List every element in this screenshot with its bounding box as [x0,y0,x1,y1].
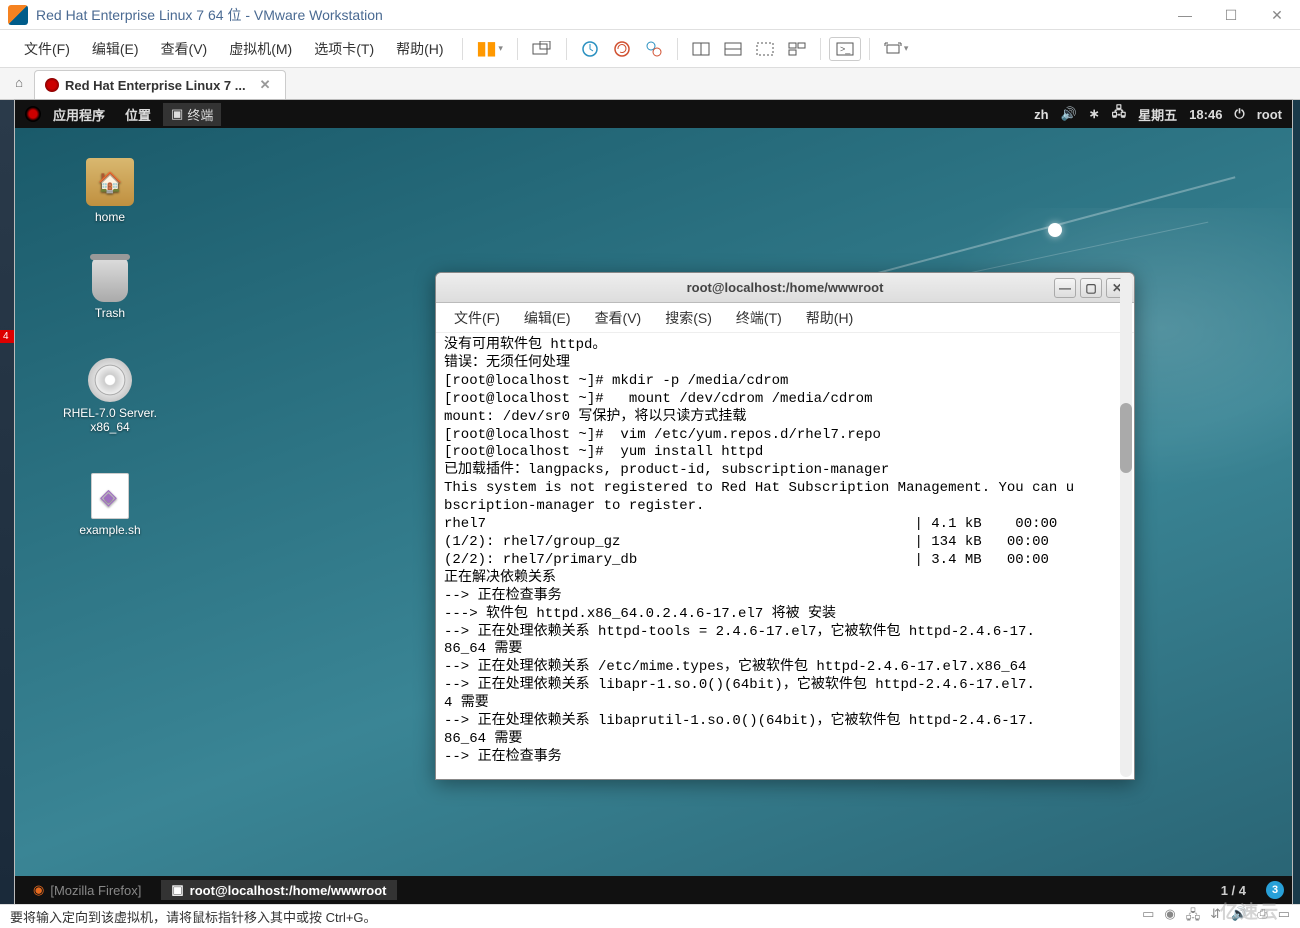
term-menu-terminal[interactable]: 终端(T) [726,304,792,332]
console-button[interactable]: >_ [829,37,861,61]
device-hdd-icon[interactable]: ▭ [1142,906,1154,928]
menu-help[interactable]: 帮助(H) [386,33,453,65]
icon-label: Trash [65,306,155,320]
pause-vm-button[interactable]: ▮▮▾ [471,34,509,63]
clock-time[interactable]: 18:46 [1189,107,1222,122]
snapshot-manager-button[interactable] [639,36,669,62]
terminal-window[interactable]: root@localhost:/home/wwwroot — ▢ ✕ 文件(F)… [435,272,1135,780]
minimize-button[interactable]: — [1162,0,1208,30]
vmware-menubar: 文件(F) 编辑(E) 查看(V) 虚拟机(M) 选项卡(T) 帮助(H) ▮▮… [0,30,1300,68]
terminal-app-label: 终端 [187,105,213,124]
network-icon[interactable]: 🖧 [1112,103,1127,125]
home-folder-icon [86,158,134,206]
terminal-scrollbar-thumb[interactable] [1120,403,1132,473]
window-title: Red Hat Enterprise Linux 7 64 位 - VMware… [36,5,383,25]
view-unity-button[interactable] [750,38,780,60]
power-icon[interactable]: ⏻ [1234,106,1244,122]
home-tab-icon[interactable]: ⌂ [8,71,30,93]
terminal-output[interactable]: 没有可用软件包 httpd。 错误：无须任何处理 [root@localhost… [436,333,1134,779]
term-menu-edit[interactable]: 编辑(E) [514,304,581,332]
places-menu[interactable]: 位置 [117,101,159,128]
disc-icon [88,358,132,402]
taskbar-terminal[interactable]: ▣ root@localhost:/home/wwwroot [161,880,396,900]
menu-edit[interactable]: 编辑(E) [82,33,149,65]
icon-label: home [65,210,155,224]
vmware-statusbar: 要将输入定向到该虚拟机，请将鼠标指针移入其中或按 Ctrl+G。 ▭ ◉ 🖧 ⇵… [0,904,1300,928]
terminal-title: root@localhost:/home/wwwroot [687,280,884,295]
terminal-maximize-button[interactable]: ▢ [1080,278,1102,298]
activities-icon[interactable] [25,106,41,122]
icon-label: RHEL-7.0 Server. x86_64 [55,406,165,434]
vm-guest-viewport[interactable]: 应用程序 位置 ▣ 终端 zh 🔊 ∗ 🖧 星期五 18:46 ⏻ root h… [15,100,1292,904]
term-menu-help[interactable]: 帮助(H) [796,304,863,332]
vmware-tabstrip: ⌂ Red Hat Enterprise Linux 7 ... ✕ [0,68,1300,100]
view-thumbnail-button[interactable] [782,38,812,60]
host-right-sliver [1292,100,1300,904]
clock-day[interactable]: 星期五 [1138,105,1177,124]
watermark-text: 亿速云 [1220,898,1280,924]
view-single-button[interactable] [686,38,716,60]
gnome-bottom-panel: ◉ [Mozilla Firefox] ▣ root@localhost:/ho… [15,876,1292,904]
term-menu-file[interactable]: 文件(F) [444,304,510,332]
snapshot-button[interactable] [575,36,605,62]
terminal-titlebar[interactable]: root@localhost:/home/wwwroot — ▢ ✕ [436,273,1134,303]
icon-label: example.sh [65,523,155,537]
terminal-task-icon: ▣ [171,882,183,898]
snapshot-revert-button[interactable] [607,36,637,62]
redhat-icon [45,78,59,92]
applications-menu[interactable]: 应用程序 [45,101,113,128]
trash-icon [92,258,128,302]
fullscreen-button[interactable]: ▾ [878,38,915,60]
workspace-indicator[interactable]: 1 / 4 [1221,883,1246,898]
desktop-icon-home[interactable]: home [65,158,155,224]
taskbar-terminal-label: root@localhost:/home/wwwroot [190,883,387,898]
menu-tabs[interactable]: 选项卡(T) [304,33,384,65]
device-cd-icon[interactable]: ◉ [1164,906,1175,928]
maximize-button[interactable]: ☐ [1208,0,1254,30]
desktop-icon-disc[interactable]: RHEL-7.0 Server. x86_64 [55,358,165,434]
user-label[interactable]: root [1257,107,1282,122]
terminal-scrollbar-track[interactable] [1120,275,1132,777]
notification-count[interactable]: 3 [1266,881,1284,899]
host-window-titlebar: Red Hat Enterprise Linux 7 64 位 - VMware… [0,0,1300,30]
input-method-indicator[interactable]: zh [1034,107,1048,122]
terminal-icon: ▣ [171,106,183,122]
svg-text:>_: >_ [840,44,851,54]
statusbar-hint: 要将输入定向到该虚拟机，请将鼠标指针移入其中或按 Ctrl+G。 [10,907,377,926]
terminal-minimize-button[interactable]: — [1054,278,1076,298]
tab-close-icon[interactable]: ✕ [260,77,271,93]
firefox-icon: ◉ [33,882,44,898]
view-split-button[interactable] [718,38,748,60]
close-button[interactable]: ✕ [1254,0,1300,30]
device-net-icon[interactable]: 🖧 [1186,906,1201,928]
vm-tab-label: Red Hat Enterprise Linux 7 ... [65,78,246,93]
gnome-top-panel: 应用程序 位置 ▣ 终端 zh 🔊 ∗ 🖧 星期五 18:46 ⏻ root [15,100,1292,128]
script-file-icon [91,473,129,519]
menu-file[interactable]: 文件(F) [14,33,80,65]
terminal-app-button[interactable]: ▣ 终端 [163,103,221,126]
send-keys-button[interactable] [526,37,558,61]
guest-desktop[interactable]: home Trash RHEL-7.0 Server. x86_64 examp… [15,128,1292,876]
volume-icon[interactable]: 🔊 [1061,106,1077,122]
term-menu-view[interactable]: 查看(V) [585,304,652,332]
vm-tab[interactable]: Red Hat Enterprise Linux 7 ... ✕ [34,70,286,99]
host-background-sliver: 4 [0,100,15,904]
menu-view[interactable]: 查看(V) [151,33,218,65]
terminal-menubar: 文件(F) 编辑(E) 查看(V) 搜索(S) 终端(T) 帮助(H) [436,303,1134,333]
desktop-icon-trash[interactable]: Trash [65,258,155,320]
taskbar-firefox[interactable]: ◉ [Mozilla Firefox] [23,880,151,900]
bluetooth-icon[interactable]: ∗ [1089,106,1100,122]
vmware-logo-icon [8,5,28,25]
menu-vm[interactable]: 虚拟机(M) [219,33,302,65]
desktop-icon-script[interactable]: example.sh [65,473,155,537]
term-menu-search[interactable]: 搜索(S) [655,304,722,332]
taskbar-firefox-label: [Mozilla Firefox] [50,883,141,898]
